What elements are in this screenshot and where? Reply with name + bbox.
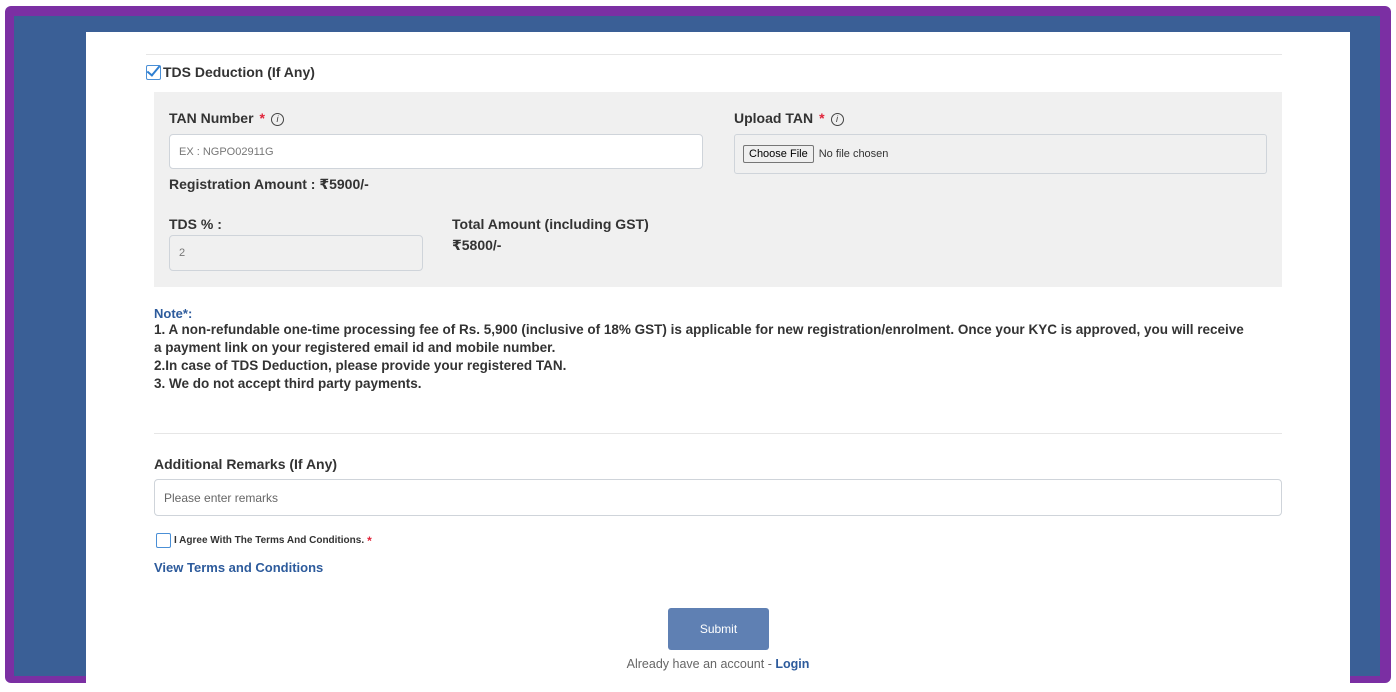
view-terms-link[interactable]: View Terms and Conditions xyxy=(154,560,323,575)
upload-tan-label-text: Upload TAN xyxy=(734,110,814,126)
upload-tan-label: Upload TAN * i xyxy=(734,110,844,126)
tds-checkbox[interactable] xyxy=(146,64,161,80)
total-amount-value: ₹5800/- xyxy=(452,237,502,253)
required-marker: * xyxy=(367,533,372,548)
no-file-chosen-text: No file chosen xyxy=(818,148,889,160)
note-line: 3. We do not accept third party payments… xyxy=(154,376,422,391)
tan-number-label: TAN Number * i xyxy=(169,110,284,126)
login-link[interactable]: Login xyxy=(775,657,809,671)
submit-button[interactable]: Submit xyxy=(668,608,769,650)
choose-file-button[interactable]: Choose File xyxy=(743,145,814,163)
tds-deduction-row[interactable]: TDS Deduction (If Any) xyxy=(146,64,315,80)
tan-number-input[interactable]: EX : NGPO02911G xyxy=(169,134,703,169)
required-marker: * xyxy=(259,110,265,126)
login-prefix: Already have an account - xyxy=(626,657,776,671)
note-section: Note*: 1. A non-refundable one-time proc… xyxy=(154,306,1254,393)
required-marker: * xyxy=(819,110,825,126)
tds-percent-input[interactable]: 2 xyxy=(169,235,423,271)
form-card: TDS Deduction (If Any) TAN Number * i EX :… xyxy=(86,32,1350,692)
total-amount-label: Total Amount (including GST) xyxy=(452,216,649,232)
tan-number-label-text: TAN Number xyxy=(169,110,254,126)
login-row: Already have an account - Login xyxy=(86,657,1350,671)
remarks-label: Additional Remarks (If Any) xyxy=(154,456,338,472)
info-icon[interactable]: i xyxy=(270,112,284,126)
terms-agree-label: I Agree With The Terms And Conditions. xyxy=(174,535,365,546)
page-background: TDS Deduction (If Any) TAN Number * i EX :… xyxy=(14,16,1380,692)
tds-percent-label: TDS % : xyxy=(169,216,222,232)
remarks-input[interactable]: Please enter remarks xyxy=(154,479,1282,516)
note-title: Note*: xyxy=(154,306,193,321)
top-divider xyxy=(146,54,1282,55)
upload-tan-file-input[interactable]: Choose File No file chosen xyxy=(734,134,1267,174)
note-line: 1. A non-refundable one-time processing … xyxy=(154,322,1244,355)
terms-checkbox[interactable] xyxy=(156,533,171,548)
tds-deduction-label: TDS Deduction (If Any) xyxy=(163,64,315,80)
terms-agree-row[interactable]: I Agree With The Terms And Conditions. * xyxy=(156,533,372,548)
registration-amount: Registration Amount : ₹5900/- xyxy=(169,176,369,192)
section-divider xyxy=(154,433,1282,434)
note-line: 2.In case of TDS Deduction, please provi… xyxy=(154,358,567,373)
tds-details-panel: TAN Number * i EX : NGPO02911G Upload TAN *… xyxy=(154,92,1282,287)
info-icon[interactable]: i xyxy=(830,112,844,126)
